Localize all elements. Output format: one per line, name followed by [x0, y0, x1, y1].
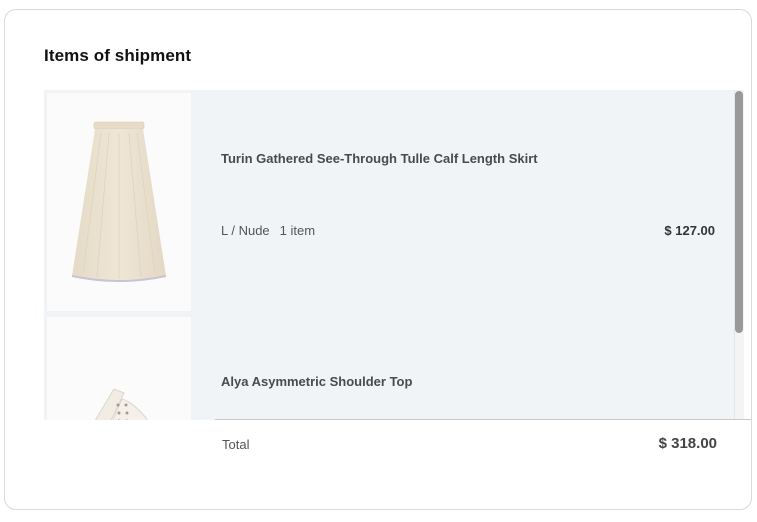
item-variant: L / Nude	[221, 223, 270, 238]
skirt-illustration	[71, 121, 167, 282]
item-price: $ 127.00	[664, 223, 715, 238]
list-item[interactable]: Turin Gathered See-Through Tulle Calf Le…	[44, 90, 744, 314]
item-name: Alya Asymmetric Shoulder Top	[221, 374, 413, 389]
scrollbar-thumb[interactable]	[735, 91, 743, 333]
item-name: Turin Gathered See-Through Tulle Calf Le…	[221, 151, 538, 166]
total-value: $ 318.00	[658, 435, 717, 452]
top-image[interactable]	[47, 317, 191, 420]
top-illustration	[94, 388, 148, 420]
shipment-card: Items of shipment Turin Gathered See-Thr…	[4, 9, 752, 510]
item-meta: L / Nude 1 item	[221, 223, 315, 238]
section-title: Items of shipment	[44, 46, 192, 65]
list-item[interactable]: Alya Asymmetric Shoulder Top	[44, 314, 744, 420]
divider	[215, 419, 751, 420]
item-quantity: 1 item	[279, 223, 316, 238]
total-label: Total	[222, 437, 250, 452]
items-list[interactable]: Turin Gathered See-Through Tulle Calf Le…	[44, 90, 744, 420]
skirt-image[interactable]	[47, 93, 191, 311]
